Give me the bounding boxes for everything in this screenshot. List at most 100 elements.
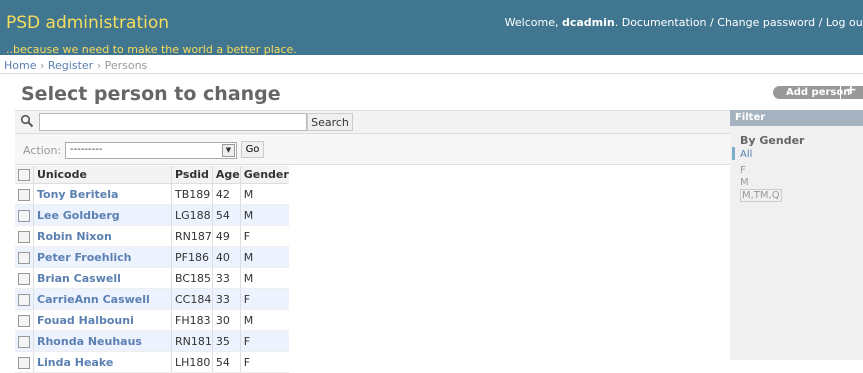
gender-cell: F xyxy=(239,225,289,247)
plus-icon: + xyxy=(845,82,857,98)
gender-cell: M xyxy=(239,309,289,331)
row-checkbox[interactable] xyxy=(18,335,30,348)
breadcrumb-register[interactable]: Register xyxy=(48,59,93,72)
person-link[interactable]: Lee Goldberg xyxy=(37,209,120,222)
filter-option-f[interactable]: F xyxy=(740,165,746,176)
go-button[interactable]: Go xyxy=(241,141,264,158)
psdid-cell: PF186 xyxy=(171,246,213,268)
age-cell: 40 xyxy=(211,246,241,268)
age-cell: 33 xyxy=(211,267,241,289)
search-input[interactable] xyxy=(39,113,307,131)
table-row: Tony Beritela TB189 42 M xyxy=(15,183,289,205)
person-link[interactable]: Tony Beritela xyxy=(37,188,118,201)
person-name-cell: Brian Caswell xyxy=(33,267,172,289)
person-link[interactable]: Brian Caswell xyxy=(37,272,121,285)
search-bar: Search xyxy=(15,111,730,134)
row-checkbox[interactable] xyxy=(18,272,30,285)
change-password-link[interactable]: Change password xyxy=(717,16,815,29)
breadcrumb: Home › Register › Persons xyxy=(0,55,863,74)
person-link[interactable]: CarrieAnn Caswell xyxy=(37,293,150,306)
column-header-unicode[interactable]: Unicode xyxy=(33,166,172,184)
row-checkbox[interactable] xyxy=(18,293,30,306)
row-checkbox[interactable] xyxy=(18,188,30,201)
filter-header: Filter xyxy=(730,110,863,126)
gender-cell: M xyxy=(239,204,289,226)
person-name-cell: Linda Heake xyxy=(33,351,172,373)
person-link[interactable]: Robin Nixon xyxy=(37,230,112,243)
result-table: Unicode Psdid Age Gender Tony Beritela TB… xyxy=(15,166,289,373)
person-name-cell: Fouad Halbouni xyxy=(33,309,172,331)
filter-panel: Filter By Gender All F M M,TM,Q xyxy=(730,110,863,360)
column-header-gender[interactable]: Gender xyxy=(239,166,289,184)
gender-cell: F xyxy=(239,288,289,310)
filter-title: Filter xyxy=(735,112,766,123)
person-link[interactable]: Linda Heake xyxy=(37,356,113,369)
age-cell: 35 xyxy=(211,330,241,352)
column-header-psdid[interactable]: Psdid xyxy=(171,166,213,184)
select-all-header xyxy=(15,166,34,184)
psdid-cell: RN181 xyxy=(171,330,213,352)
documentation-link[interactable]: Documentation xyxy=(622,16,707,29)
filter-option-m-tm-q[interactable]: M,TM,Q xyxy=(740,189,782,202)
search-button[interactable]: Search xyxy=(307,113,353,131)
column-header-age[interactable]: Age xyxy=(211,166,241,184)
filter-option-all[interactable]: All xyxy=(740,149,752,160)
actions-bar: Action: --------- ▼ Go xyxy=(15,134,730,165)
row-checkbox-cell xyxy=(15,246,34,268)
age-cell: 30 xyxy=(211,309,241,331)
row-checkbox-cell xyxy=(15,204,34,226)
row-checkbox[interactable] xyxy=(18,251,30,264)
site-header: PSD administration ..because we need to … xyxy=(0,0,863,56)
age-cell: 54 xyxy=(211,204,241,226)
add-person-button[interactable]: Add person + xyxy=(773,82,863,99)
row-checkbox[interactable] xyxy=(18,356,30,369)
psdid-cell: TB189 xyxy=(171,183,213,205)
user-tools-separator: / xyxy=(818,16,823,29)
age-cell: 42 xyxy=(211,183,241,205)
gender-cell: F xyxy=(239,351,289,373)
row-checkbox-cell xyxy=(15,330,34,352)
filter-option-m[interactable]: M xyxy=(740,177,749,188)
chevron-down-icon: ▼ xyxy=(222,144,235,157)
action-select-value: --------- xyxy=(70,144,103,155)
page-title: Select person to change xyxy=(21,83,281,105)
table-row: CarrieAnn Caswell CC184 33 F xyxy=(15,288,289,310)
gender-cell: M xyxy=(239,246,289,268)
row-checkbox-cell xyxy=(15,225,34,247)
table-row: Robin Nixon RN187 49 F xyxy=(15,225,289,247)
user-tools-separator: / xyxy=(710,16,714,29)
username: dcadmin xyxy=(561,16,615,29)
search-icon xyxy=(20,114,34,128)
site-brand[interactable]: PSD administration xyxy=(6,13,169,33)
row-checkbox-cell xyxy=(15,267,34,289)
welcome-text: Welcome, xyxy=(504,16,559,29)
select-all-checkbox[interactable] xyxy=(18,169,30,181)
person-link[interactable]: Rhonda Neuhaus xyxy=(37,335,142,348)
person-link[interactable]: Fouad Halbouni xyxy=(37,314,134,327)
table-row: Lee Goldberg LG188 54 M xyxy=(15,204,289,226)
breadcrumb-separator: › xyxy=(39,59,45,72)
action-select[interactable]: --------- ▼ xyxy=(65,142,237,159)
age-cell: 54 xyxy=(211,351,241,373)
table-header-row: Unicode Psdid Age Gender xyxy=(15,166,289,184)
psdid-cell: LG188 xyxy=(171,204,213,226)
user-tools: Welcome, dcadmin. Documentation / Change… xyxy=(505,16,863,29)
person-name-cell: CarrieAnn Caswell xyxy=(33,288,172,310)
psdid-cell: CC184 xyxy=(171,288,213,310)
table-row: Brian Caswell BC185 33 M xyxy=(15,267,289,289)
breadcrumb-separator: › xyxy=(96,59,102,72)
filter-by-gender-title: By Gender xyxy=(740,134,805,147)
row-checkbox[interactable] xyxy=(18,314,30,327)
action-label: Action: xyxy=(23,144,62,157)
person-name-cell: Lee Goldberg xyxy=(33,204,172,226)
psdid-cell: RN187 xyxy=(171,225,213,247)
psdid-cell: BC185 xyxy=(171,267,213,289)
breadcrumb-home[interactable]: Home xyxy=(4,59,36,72)
age-cell: 33 xyxy=(211,288,241,310)
table-row: Fouad Halbouni FH183 30 M xyxy=(15,309,289,331)
row-checkbox[interactable] xyxy=(18,230,30,243)
row-checkbox[interactable] xyxy=(18,209,30,222)
person-link[interactable]: Peter Froehlich xyxy=(37,251,131,264)
logout-link[interactable]: Log out xyxy=(826,16,863,29)
psdid-cell: LH180 xyxy=(171,351,213,373)
